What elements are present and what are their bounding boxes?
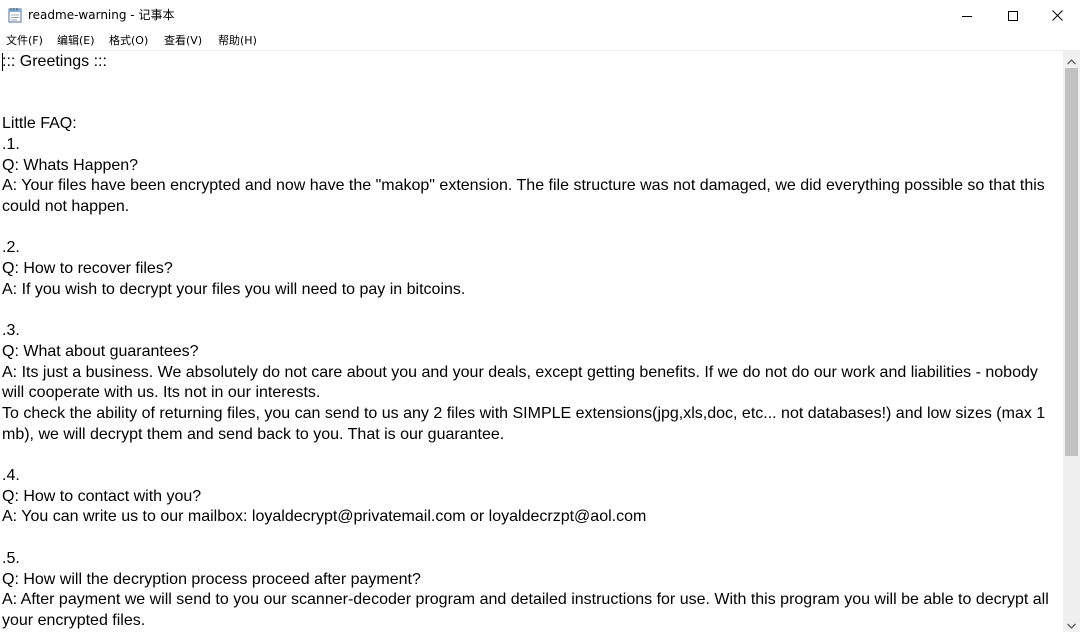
minimize-button[interactable] <box>944 0 990 31</box>
maximize-icon <box>1008 6 1018 25</box>
maximize-button[interactable] <box>990 0 1036 31</box>
notepad-window: readme-warning - 记事本 文件(F) 编辑(E) 格式(O) 查… <box>0 0 1080 632</box>
document-text[interactable]: ::: Greetings ::: Little FAQ: .1. Q: Wha… <box>2 52 1060 632</box>
text-caret <box>2 53 3 71</box>
scroll-up-button[interactable] <box>1063 51 1080 68</box>
close-button[interactable] <box>1034 0 1080 31</box>
scroll-down-button[interactable] <box>1063 615 1080 632</box>
notepad-icon[interactable] <box>8 7 22 23</box>
vertical-scrollbar[interactable] <box>1063 51 1080 632</box>
scroll-up-arrow-icon <box>1067 50 1076 69</box>
minimize-icon <box>962 6 972 25</box>
menu-format[interactable]: 格式(O) <box>109 33 148 48</box>
scroll-down-arrow-icon <box>1067 614 1076 632</box>
menu-help[interactable]: 帮助(H) <box>218 33 257 48</box>
menu-edit[interactable]: 编辑(E) <box>57 33 95 48</box>
close-icon <box>1051 6 1063 25</box>
menu-bar: 文件(F) 编辑(E) 格式(O) 查看(V) 帮助(H) <box>0 31 1080 50</box>
window-title: readme-warning - 记事本 <box>28 8 175 22</box>
menu-file[interactable]: 文件(F) <box>6 33 43 48</box>
title-bar[interactable]: readme-warning - 记事本 <box>0 0 1080 31</box>
scrollbar-thumb[interactable] <box>1065 68 1078 456</box>
text-editor-area[interactable]: ::: Greetings ::: Little FAQ: .1. Q: Wha… <box>0 51 1063 632</box>
menu-view[interactable]: 查看(V) <box>164 33 202 48</box>
